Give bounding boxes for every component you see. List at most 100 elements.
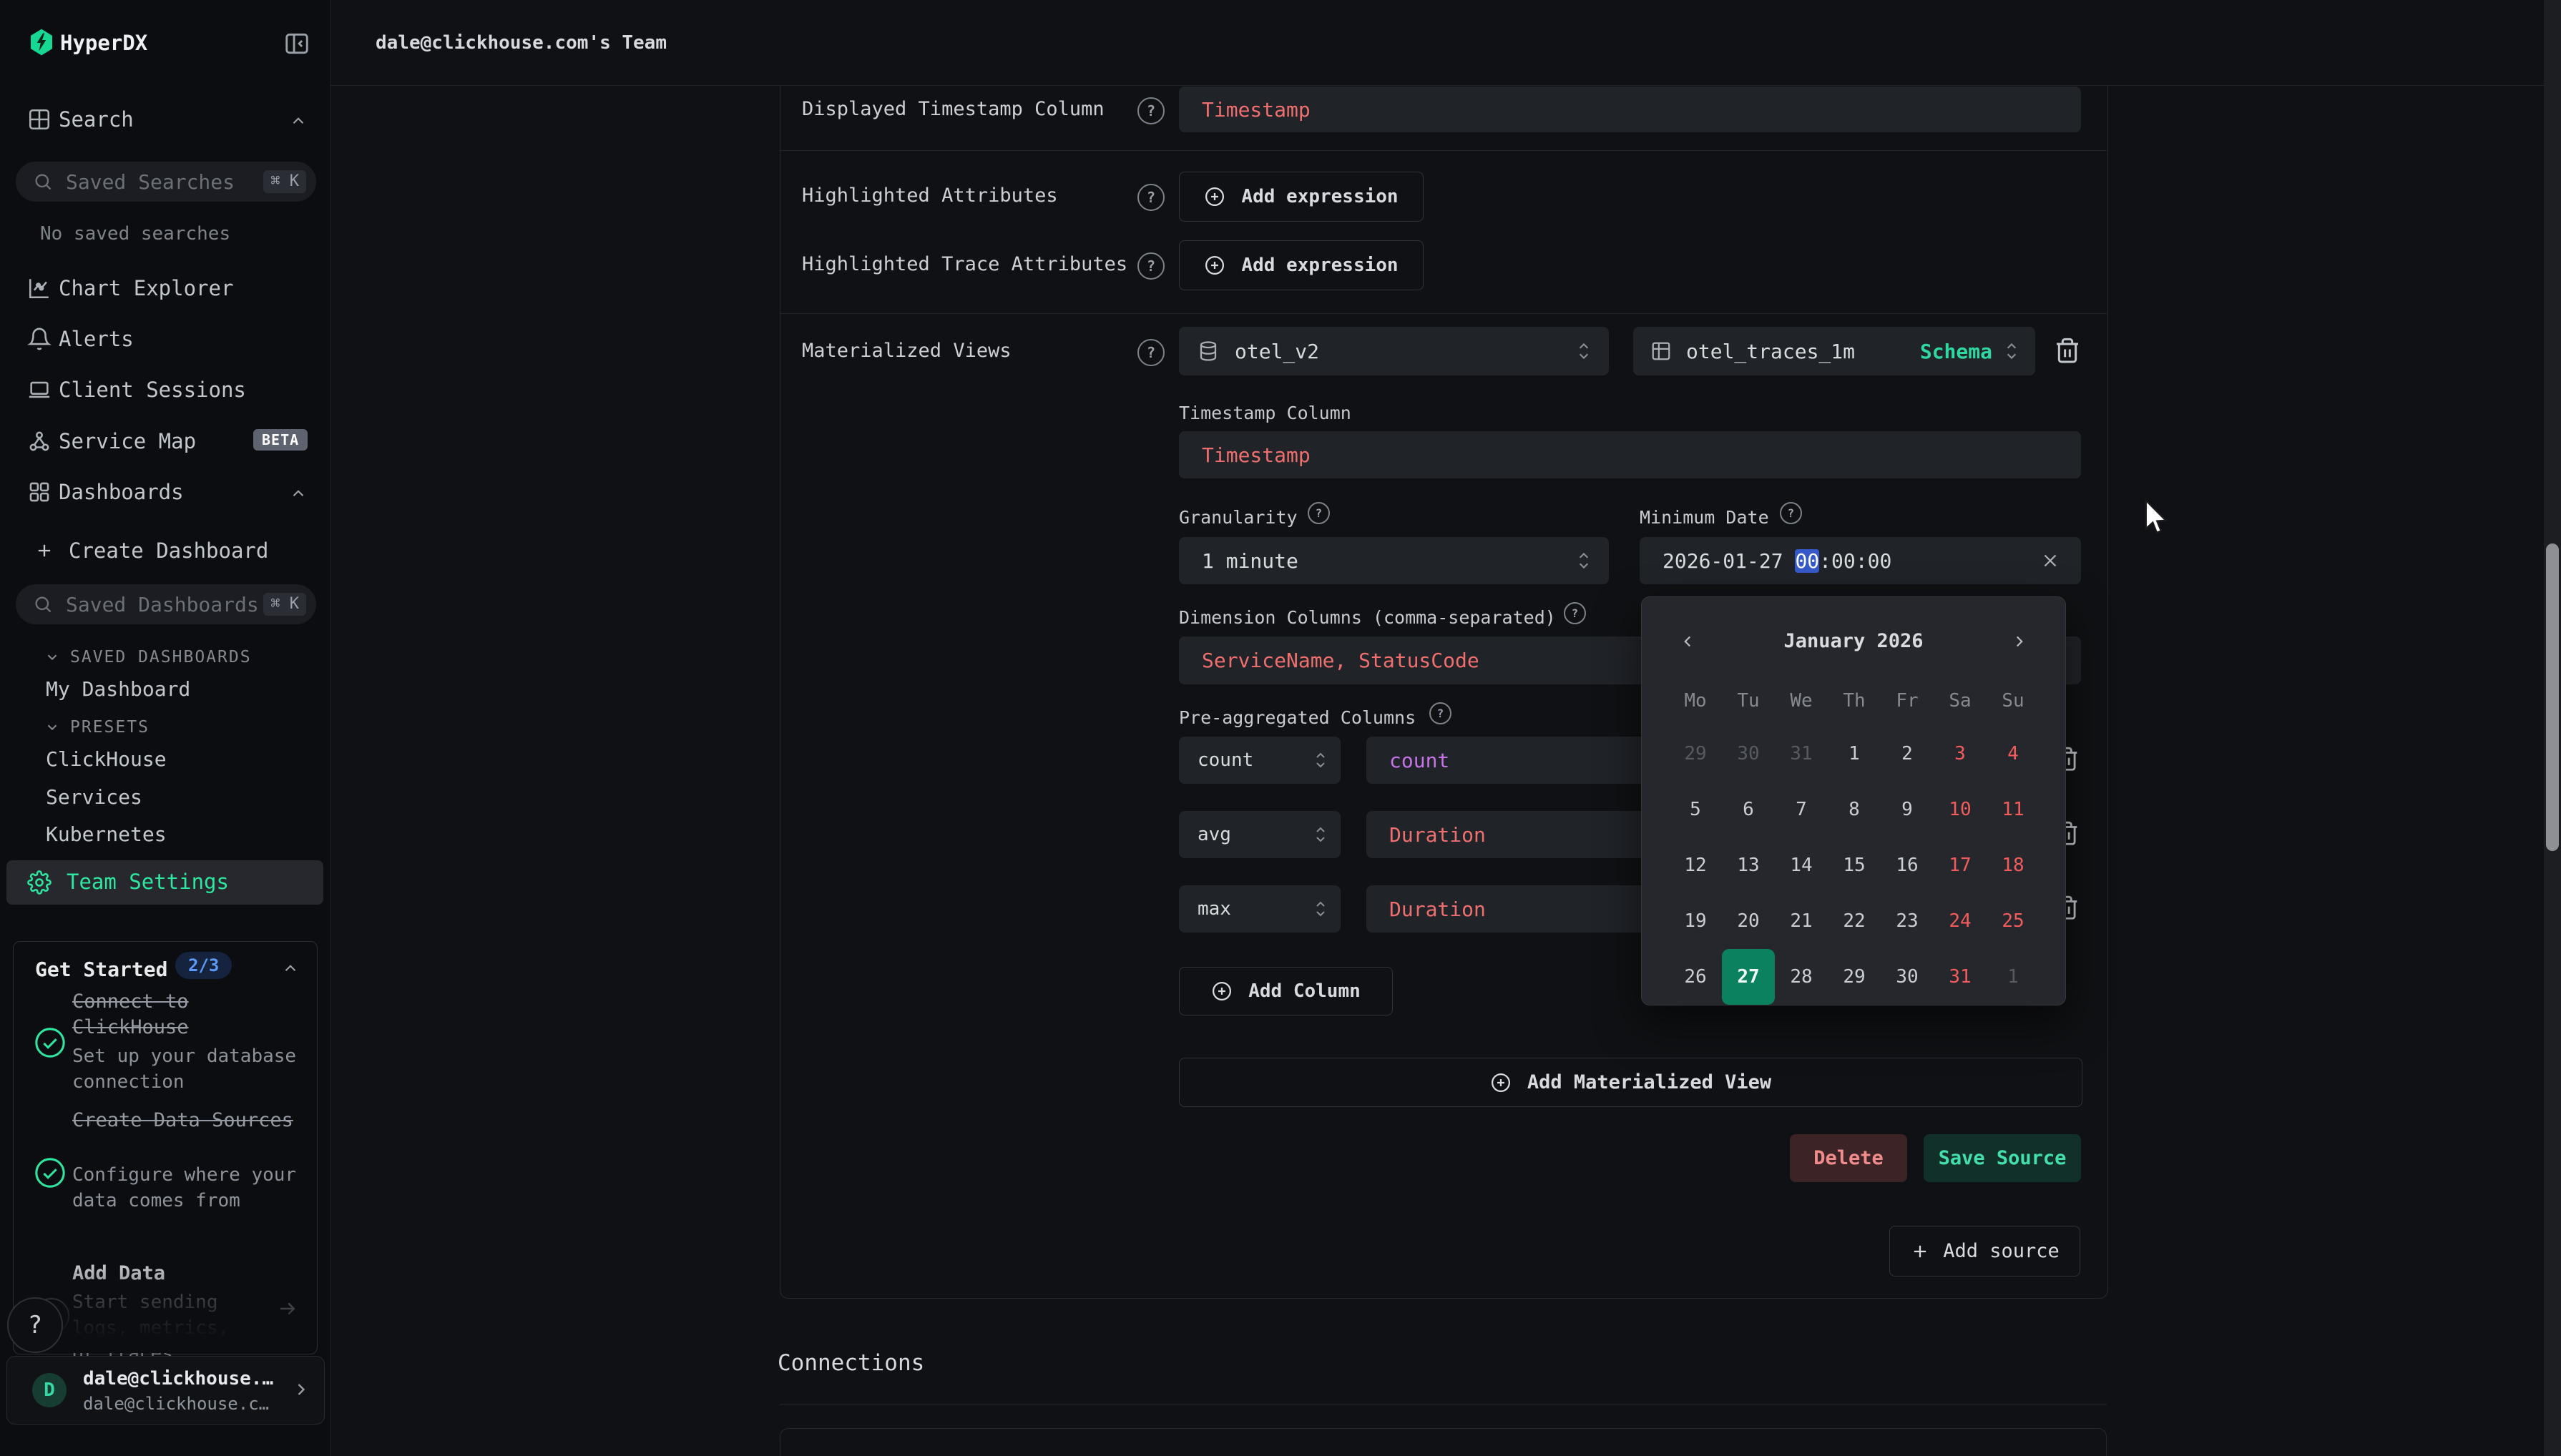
help-hint-icon[interactable]: ? bbox=[1564, 602, 1586, 624]
calendar-day[interactable]: 29 bbox=[1669, 726, 1722, 782]
help-hint-icon[interactable]: ? bbox=[1780, 502, 1802, 524]
sidebar-item-my-dashboard[interactable]: My Dashboard bbox=[46, 677, 190, 701]
sidebar-item-kubernetes[interactable]: Kubernetes bbox=[46, 822, 167, 846]
displayed-timestamp-input[interactable]: Timestamp bbox=[1179, 87, 2081, 132]
calendar-day[interactable]: 17 bbox=[1934, 837, 1987, 893]
page-scrollbar-thumb[interactable] bbox=[2546, 543, 2559, 851]
granularity-select[interactable]: 1 minute bbox=[1179, 537, 1609, 584]
calendar-day[interactable]: 6 bbox=[1722, 782, 1775, 837]
chevron-right-icon bbox=[291, 1379, 311, 1402]
aggregation-fn-select[interactable]: max bbox=[1179, 885, 1341, 933]
sidebar-item-service-map[interactable]: Service Map bbox=[59, 428, 196, 454]
calendar-weekday-row: MoTuWeThFrSaSu bbox=[1669, 689, 2040, 713]
sidebar-collapse-icon[interactable] bbox=[283, 30, 310, 60]
calendar-day[interactable]: 26 bbox=[1669, 949, 1722, 1005]
sidebar-item-alerts[interactable]: Alerts bbox=[59, 326, 134, 352]
step-title[interactable]: Create Data Sources bbox=[72, 1108, 301, 1133]
calendar-day[interactable]: 27 bbox=[1722, 949, 1775, 1005]
calendar-day[interactable]: 25 bbox=[1987, 893, 2040, 949]
calendar-day[interactable]: 12 bbox=[1669, 837, 1722, 893]
calendar-day[interactable]: 11 bbox=[1987, 782, 2040, 837]
calendar-day[interactable]: 1 bbox=[1987, 949, 2040, 1005]
calendar-day[interactable]: 23 bbox=[1881, 893, 1934, 949]
sidebar-item-dashboards[interactable]: Dashboards bbox=[59, 479, 184, 505]
help-hint-icon[interactable]: ? bbox=[1137, 339, 1165, 366]
calendar-day[interactable]: 30 bbox=[1881, 949, 1934, 1005]
saved-searches-placeholder: Saved Searches bbox=[66, 170, 235, 194]
calendar-day[interactable]: 18 bbox=[1987, 837, 2040, 893]
saved-dashboards-group[interactable]: SAVED DASHBOARDS bbox=[44, 648, 252, 666]
calendar-day[interactable]: 19 bbox=[1669, 893, 1722, 949]
calendar-day[interactable]: 31 bbox=[1934, 949, 1987, 1005]
delete-materialized-view-icon[interactable] bbox=[2053, 336, 2082, 369]
sidebar-item-search[interactable]: Search bbox=[59, 107, 134, 132]
sidebar-item-services[interactable]: Services bbox=[46, 785, 142, 809]
timestamp-column-input[interactable]: Timestamp bbox=[1179, 431, 2081, 478]
calendar-day[interactable]: 8 bbox=[1828, 782, 1881, 837]
dashboards-chevron-up-icon[interactable] bbox=[289, 484, 308, 506]
help-hint-icon[interactable]: ? bbox=[1137, 97, 1165, 124]
create-dashboard-button[interactable]: Create Dashboard bbox=[34, 538, 268, 564]
table-select[interactable]: otel_traces_1m Schema bbox=[1633, 327, 2035, 375]
calendar-day[interactable]: 5 bbox=[1669, 782, 1722, 837]
calendar-day[interactable]: 22 bbox=[1828, 893, 1881, 949]
calendar-day[interactable]: 9 bbox=[1881, 782, 1934, 837]
get-started-collapse-icon[interactable] bbox=[281, 959, 300, 980]
calendar-day[interactable]: 20 bbox=[1722, 893, 1775, 949]
add-expression-button[interactable]: Add expression bbox=[1179, 172, 1424, 222]
plus-circle-icon bbox=[1204, 186, 1225, 207]
add-source-button[interactable]: Add source bbox=[1889, 1226, 2080, 1277]
sidebar-item-team-settings[interactable]: Team Settings bbox=[6, 860, 323, 905]
aggregation-fn-select[interactable]: avg bbox=[1179, 811, 1341, 858]
sidebar-item-client-sessions[interactable]: Client Sessions bbox=[59, 377, 246, 403]
calendar-day[interactable]: 14 bbox=[1775, 837, 1828, 893]
search-chevron-up-icon[interactable] bbox=[289, 112, 308, 133]
calendar-day[interactable]: 13 bbox=[1722, 837, 1775, 893]
calendar-day[interactable]: 10 bbox=[1934, 782, 1987, 837]
save-source-button[interactable]: Save Source bbox=[1924, 1134, 2081, 1182]
help-hint-icon[interactable]: ? bbox=[1429, 702, 1451, 724]
calendar-month-title[interactable]: January 2026 bbox=[1642, 630, 2065, 652]
timestamp-column-value: Timestamp bbox=[1202, 443, 1311, 467]
database-select[interactable]: otel_v2 bbox=[1179, 327, 1609, 375]
sidebar-item-chart-explorer[interactable]: Chart Explorer bbox=[59, 275, 233, 301]
clear-date-icon[interactable] bbox=[2040, 550, 2061, 571]
plus-icon bbox=[1910, 1241, 1930, 1261]
calendar-day[interactable]: 7 bbox=[1775, 782, 1828, 837]
calendar-day[interactable]: 16 bbox=[1881, 837, 1934, 893]
calendar-day[interactable]: 29 bbox=[1828, 949, 1881, 1005]
sidebar-item-clickhouse[interactable]: ClickHouse bbox=[46, 747, 167, 771]
create-dashboard-label: Create Dashboard bbox=[69, 538, 268, 564]
calendar-day[interactable]: 21 bbox=[1775, 893, 1828, 949]
minimum-date-input[interactable]: 2026-01-27 00:00:00 bbox=[1640, 537, 2081, 584]
add-expression-button[interactable]: Add expression bbox=[1179, 240, 1424, 290]
calendar-day[interactable]: 15 bbox=[1828, 837, 1881, 893]
delete-button[interactable]: Delete bbox=[1790, 1134, 1907, 1182]
calendar-day[interactable]: 30 bbox=[1722, 726, 1775, 782]
help-hint-icon[interactable]: ? bbox=[1137, 184, 1165, 211]
calendar-day[interactable]: 24 bbox=[1934, 893, 1987, 949]
calendar-next-month-button[interactable] bbox=[2004, 626, 2035, 657]
calendar-day[interactable]: 3 bbox=[1934, 726, 1987, 782]
dimension-columns-label: Dimension Columns (comma-separated) bbox=[1179, 606, 1556, 629]
saved-dashboards-input[interactable]: Saved Dashboards ⌘ K bbox=[16, 584, 316, 624]
calendar-day[interactable]: 1 bbox=[1828, 726, 1881, 782]
calendar-day[interactable]: 28 bbox=[1775, 949, 1828, 1005]
add-column-button[interactable]: Add Column bbox=[1179, 967, 1393, 1015]
calendar-day[interactable]: 2 bbox=[1881, 726, 1934, 782]
help-hint-icon[interactable]: ? bbox=[1137, 252, 1165, 280]
brand-name: HyperDX bbox=[60, 29, 147, 57]
presets-group[interactable]: PRESETS bbox=[44, 718, 150, 737]
calendar-day-grid: 2930311234567891011121314151617181920212… bbox=[1669, 726, 2040, 1005]
help-hint-icon[interactable]: ? bbox=[1308, 502, 1330, 524]
aggregation-fn-select[interactable]: count bbox=[1179, 737, 1341, 784]
schema-badge[interactable]: Schema bbox=[1920, 340, 1992, 363]
aggregation-expr-value: count bbox=[1389, 749, 1449, 772]
step-title[interactable]: Connect to ClickHouse bbox=[72, 989, 301, 1041]
help-button[interactable]: ? bbox=[7, 1297, 63, 1353]
calendar-day[interactable]: 31 bbox=[1775, 726, 1828, 782]
user-menu[interactable]: D dale@clickhouse.… dale@clickhouse.c… bbox=[6, 1356, 325, 1425]
saved-searches-input[interactable]: Saved Searches ⌘ K bbox=[16, 162, 316, 202]
add-materialized-view-button[interactable]: Add Materialized View bbox=[1179, 1058, 2082, 1107]
calendar-day[interactable]: 4 bbox=[1987, 726, 2040, 782]
